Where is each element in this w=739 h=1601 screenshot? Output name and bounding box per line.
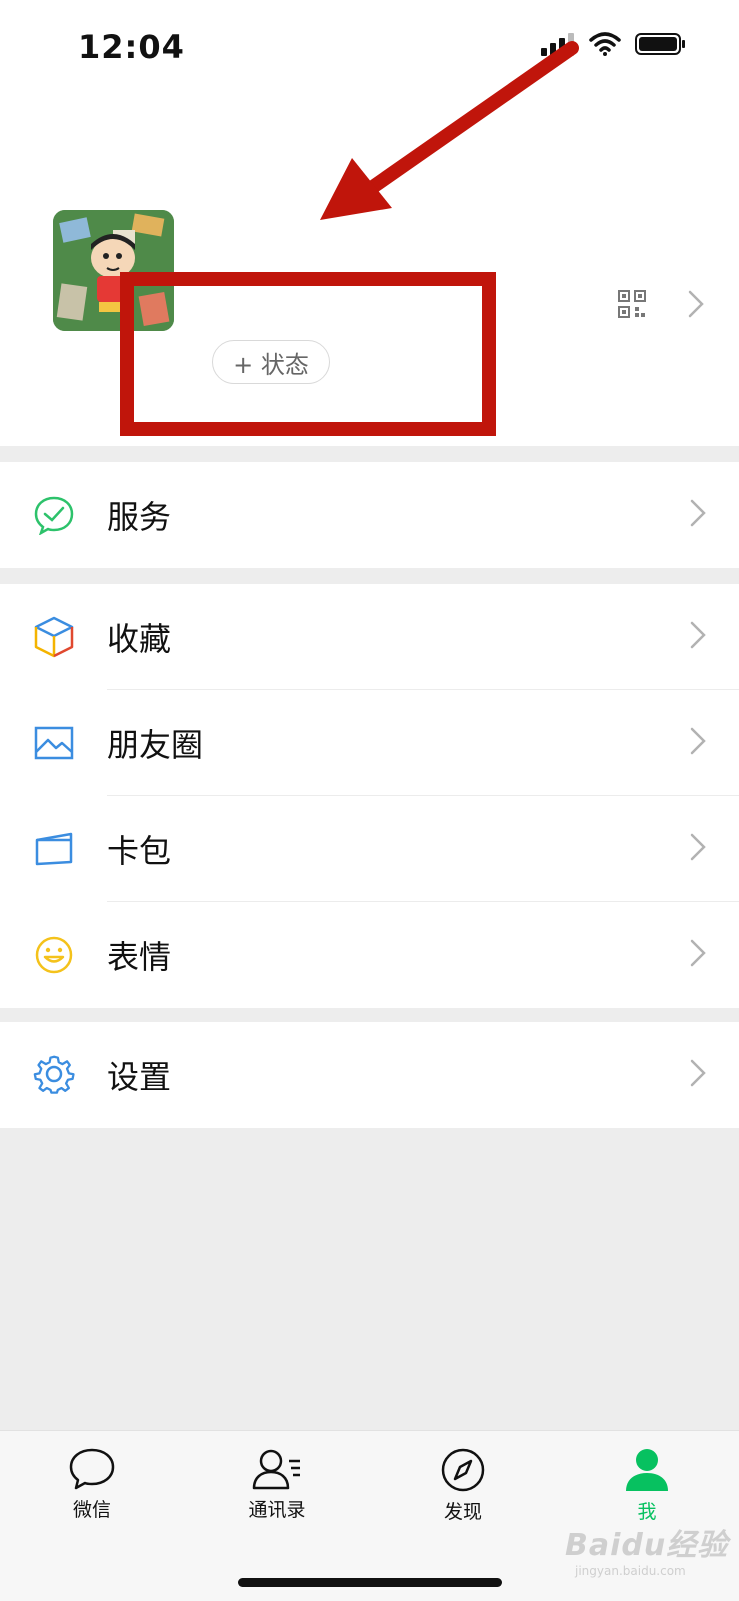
landscape-photo-icon <box>32 721 76 765</box>
wallet-icon <box>32 827 76 871</box>
baidu-watermark: Baidu经验 jingyan.baidu.com <box>565 1520 728 1578</box>
tab-chats[interactable]: 微信 <box>32 1447 152 1522</box>
qr-code-icon[interactable] <box>618 290 646 322</box>
menu-item-favorites[interactable]: 收藏 <box>0 584 739 690</box>
chevron-right-icon <box>690 499 706 531</box>
tab-me[interactable]: 我 <box>587 1447 707 1524</box>
menu-item-label: 朋友圈 <box>107 726 204 764</box>
watermark-brand: Baidu经验 <box>565 1528 729 1563</box>
compass-icon <box>441 1448 485 1492</box>
tab-label: 发现 <box>443 1501 482 1523</box>
menu-item-label: 表情 <box>107 938 172 976</box>
wifi-icon <box>589 32 621 56</box>
battery-icon <box>635 33 685 55</box>
status-time: 12:04 <box>78 28 185 66</box>
tab-contacts[interactable]: 通讯录 <box>217 1447 337 1522</box>
tab-label: 通讯录 <box>248 1499 306 1521</box>
chevron-right-icon <box>690 621 706 653</box>
person-icon <box>626 1449 668 1491</box>
menu-item-label: 设置 <box>107 1058 172 1096</box>
menu-item-stickers[interactable]: 表情 <box>0 902 739 1008</box>
chat-bubble-icon <box>69 1448 115 1490</box>
menu-item-settings[interactable]: 设置 <box>0 1022 739 1128</box>
contacts-icon <box>252 1449 300 1490</box>
profile-chevron-right-icon[interactable] <box>688 290 704 322</box>
annotation-highlight-box <box>120 272 496 436</box>
menu-item-cards[interactable]: 卡包 <box>0 796 739 902</box>
menu-section-settings: 设置 <box>0 1022 739 1128</box>
smiley-face-icon <box>32 933 76 977</box>
cube-icon <box>32 615 76 659</box>
menu-item-label: 收藏 <box>107 620 172 658</box>
menu-section-main: 收藏 朋友圈 卡包 表情 <box>0 584 739 1008</box>
menu-section-services: 服务 <box>0 462 739 568</box>
tab-label: 微信 <box>72 1499 111 1521</box>
menu-item-services[interactable]: 服务 <box>0 462 739 568</box>
chevron-right-icon <box>690 1059 706 1091</box>
chevron-right-icon <box>690 939 706 971</box>
chevron-right-icon <box>690 727 706 759</box>
watermark-url: jingyan.baidu.com <box>575 1564 686 1578</box>
chevron-right-icon <box>690 833 706 865</box>
gear-icon <box>32 1053 76 1097</box>
menu-item-label: 卡包 <box>107 832 172 870</box>
services-icon <box>32 493 76 537</box>
tab-discover[interactable]: 发现 <box>403 1447 523 1524</box>
home-indicator[interactable] <box>238 1578 502 1587</box>
menu-item-label: 服务 <box>107 498 172 536</box>
menu-item-moments[interactable]: 朋友圈 <box>0 690 739 796</box>
annotation-arrow <box>320 41 579 220</box>
